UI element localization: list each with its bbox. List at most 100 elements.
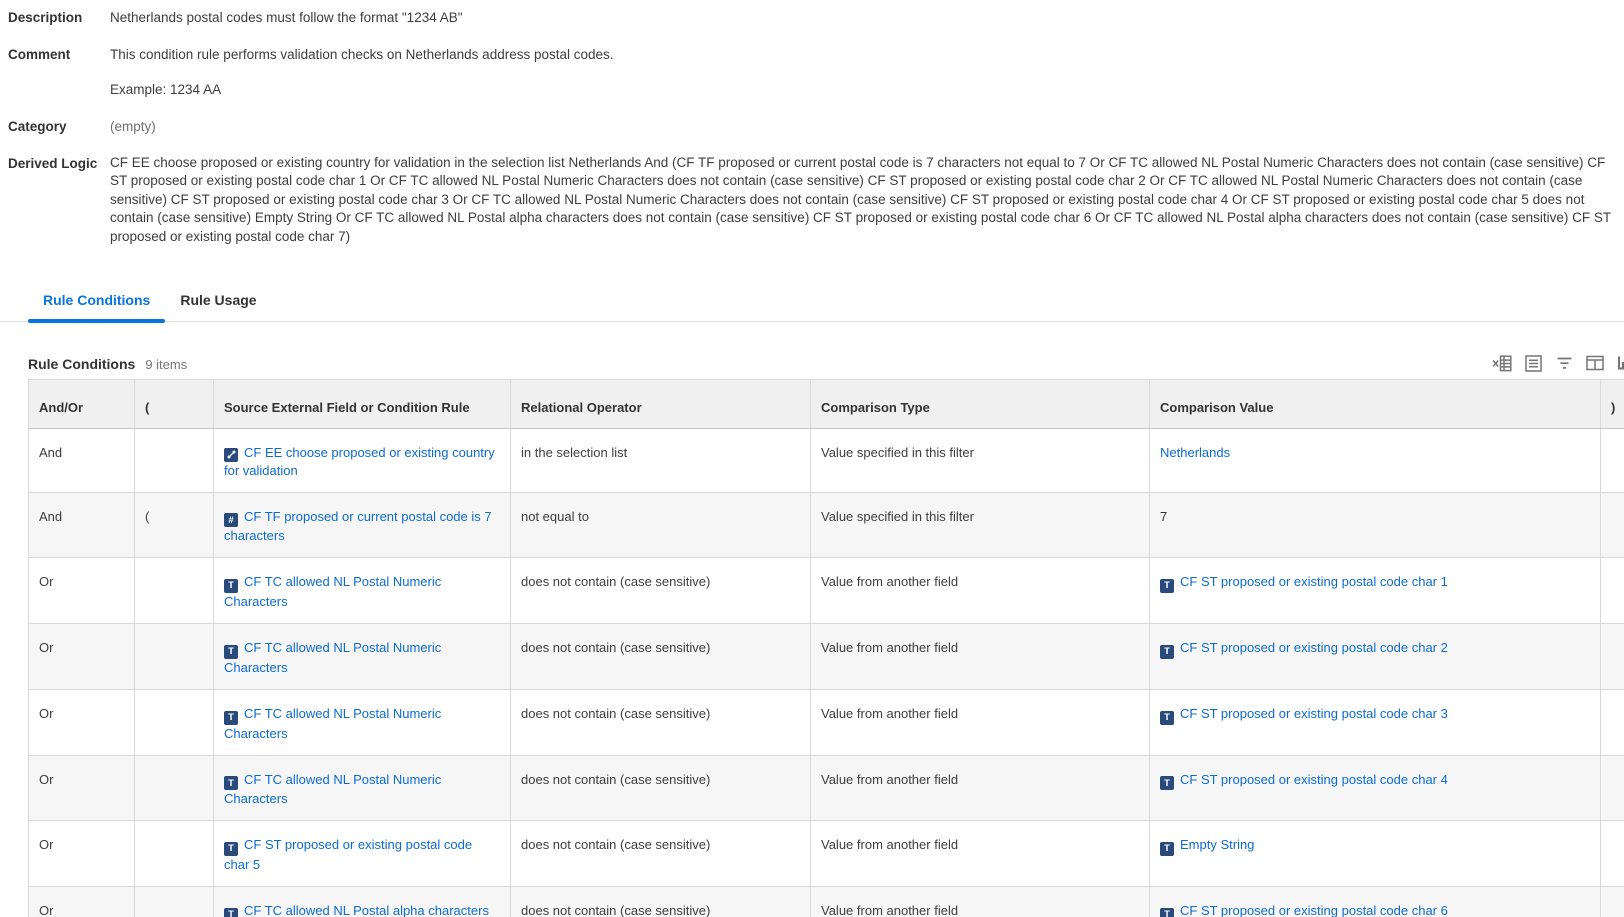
comment-line-1: This condition rule performs validation … [110,45,614,64]
cell-comparison-type: Value from another field [811,624,1150,690]
field-reference: TCF TC allowed NL Postal Numeric Charact… [224,772,441,807]
field-reference: TCF TC allowed NL Postal Numeric Charact… [224,706,441,741]
text-field-icon: T [224,711,238,725]
text-field-icon: T [224,645,238,659]
cell-open-paren [135,689,214,755]
field-reference: TCF ST proposed or existing postal code … [1160,640,1448,655]
chart-icon[interactable] [1616,354,1624,372]
field-reference: TCF ST proposed or existing postal code … [224,837,472,872]
text-field-icon: T [1160,645,1174,659]
tab-bar: Rule Conditions Rule Usage [0,292,1624,322]
cell-relational-operator: does not contain (case sensitive) [511,821,811,887]
cell-source: TCF TC allowed NL Postal Numeric Charact… [214,755,511,821]
text-field-icon: T [1160,776,1174,790]
cell-close-paren [1601,821,1624,887]
cell-open-paren [135,558,214,624]
cell-source: #CF TF proposed or current postal code i… [214,492,511,558]
field-reference: TCF ST proposed or existing postal code … [1160,903,1448,917]
text-field-icon: T [1160,579,1174,593]
table-row: OrTCF TC allowed NL Postal Numeric Chara… [29,624,1624,690]
cell-source: TCF TC allowed NL Postal Numeric Charact… [214,624,511,690]
table-row: OrTCF ST proposed or existing postal cod… [29,821,1624,887]
field-reference: TCF TC allowed NL Postal Numeric Charact… [224,640,441,675]
field-reference: CF EE choose proposed or existing countr… [224,445,495,478]
cell-comparison-value: 7 [1150,492,1601,558]
comment-field: Comment This condition rule performs val… [8,45,1624,99]
cell-source: TCF ST proposed or existing postal code … [214,821,511,887]
comparison-value-link[interactable]: CF ST proposed or existing postal code c… [1180,574,1448,589]
comparison-value-link[interactable]: CF ST proposed or existing postal code c… [1180,706,1448,721]
table-row: OrTCF TC allowed NL Postal Numeric Chara… [29,755,1624,821]
source-field-link[interactable]: CF TC allowed NL Postal Numeric Characte… [224,574,441,609]
cell-and-or: And [29,492,135,558]
text-field-icon: T [1160,842,1174,856]
cell-and-or: And [29,429,135,493]
cell-comparison-type: Value from another field [811,689,1150,755]
category-label: Category [8,117,110,136]
export-to-excel-icon[interactable] [1492,354,1512,372]
cell-open-paren [135,821,214,887]
text-field-icon: T [224,908,238,917]
freeze-columns-icon[interactable] [1585,354,1605,372]
cell-relational-operator: does not contain (case sensitive) [511,624,811,690]
source-field-link[interactable]: CF EE choose proposed or existing countr… [224,445,495,478]
comment-value: This condition rule performs validation … [110,45,614,99]
cell-comparison-type: Value from another field [811,887,1150,917]
expand-grid-icon[interactable] [1523,354,1543,372]
cell-comparison-type: Value specified in this filter [811,492,1150,558]
source-field-link[interactable]: CF TC allowed NL Postal Numeric Characte… [224,772,441,807]
source-field-link[interactable]: CF TC allowed NL Postal alpha characters [244,903,489,917]
cell-comparison-value: T CF ST proposed or existing postal code … [1150,689,1601,755]
table-header-row: And/Or ( Source External Field or Condit… [29,380,1624,429]
cell-comparison-value: T Empty String [1150,821,1601,887]
cell-comparison-type: Value from another field [811,755,1150,821]
field-reference: T CF TC allowed NL Postal alpha character… [224,903,489,917]
comparison-value-link[interactable]: CF ST proposed or existing postal code c… [1180,772,1448,787]
filter-icon[interactable] [1554,354,1574,372]
cell-source: TCF TC allowed NL Postal Numeric Charact… [214,558,511,624]
cell-comparison-value: T CF ST proposed or existing postal code … [1150,558,1601,624]
column-header-close-paren[interactable]: ) [1601,380,1624,429]
rule-detail-fields: Description Netherlands postal codes mus… [0,0,1624,246]
table-row: OrTCF TC allowed NL Postal Numeric Chara… [29,689,1624,755]
column-header-open-paren[interactable]: ( [135,380,214,429]
cell-and-or: Or [29,624,135,690]
comparison-value-link[interactable]: CF ST proposed or existing postal code c… [1180,903,1448,917]
source-field-link[interactable]: CF ST proposed or existing postal code c… [224,837,472,872]
comparison-value-link[interactable]: Empty String [1180,837,1254,852]
related-field-icon [224,448,238,462]
cell-close-paren [1601,689,1624,755]
column-header-relational-operator[interactable]: Relational Operator [511,380,811,429]
text-field-icon: T [224,776,238,790]
grid-title: Rule Conditions [28,356,135,372]
column-header-comparison-type[interactable]: Comparison Type [811,380,1150,429]
grid-item-count: 9 items [145,357,187,372]
cell-relational-operator: in the selection list [511,429,811,493]
cell-relational-operator: does not contain (case sensitive) [511,755,811,821]
number-field-icon: # [224,513,238,527]
cell-and-or: Or [29,558,135,624]
comparison-value-link[interactable]: CF ST proposed or existing postal code c… [1180,640,1448,655]
cell-close-paren [1601,558,1624,624]
cell-and-or: Or [29,755,135,821]
cell-close-paren [1601,887,1624,917]
source-field-link[interactable]: CF TF proposed or current postal code is… [224,509,492,544]
source-field-link[interactable]: CF TC allowed NL Postal Numeric Characte… [224,706,441,741]
source-field-link[interactable]: CF TC allowed NL Postal Numeric Characte… [224,640,441,675]
cell-relational-operator: does not contain (case sensitive) [511,558,811,624]
column-header-comparison-value[interactable]: Comparison Value [1150,380,1601,429]
table-row: And CF EE choose proposed or existing cou… [29,429,1624,493]
column-header-source[interactable]: Source External Field or Condition Rule [214,380,511,429]
field-reference: Netherlands [1160,445,1230,460]
comment-line-2: Example: 1234 AA [110,80,614,99]
cell-and-or: Or [29,887,135,917]
column-header-and-or[interactable]: And/Or [29,380,135,429]
derived-logic-value: CF EE choose proposed or existing countr… [110,154,1624,246]
text-field-icon: T [1160,711,1174,725]
cell-comparison-type: Value specified in this filter [811,429,1150,493]
comparison-value-link[interactable]: Netherlands [1160,445,1230,460]
tab-rule-usage[interactable]: Rule Usage [165,292,271,321]
cell-open-paren [135,429,214,493]
tab-rule-conditions[interactable]: Rule Conditions [28,292,165,321]
cell-comparison-value: TCF ST proposed or existing postal code … [1150,887,1601,917]
